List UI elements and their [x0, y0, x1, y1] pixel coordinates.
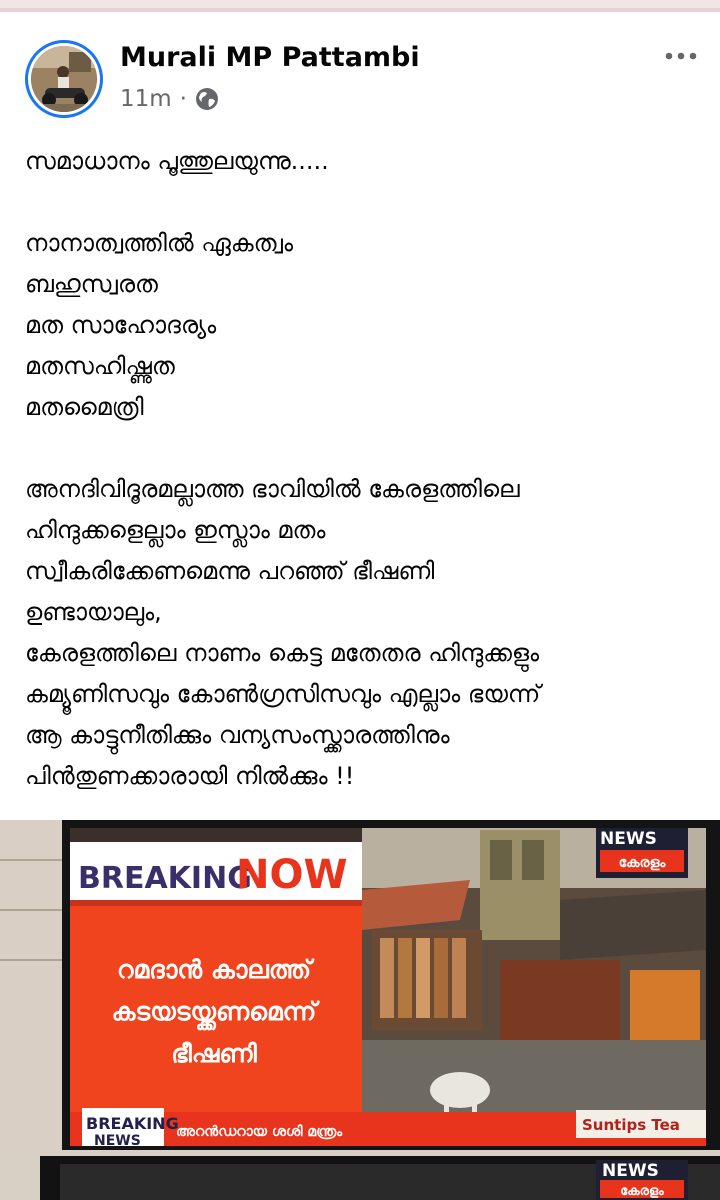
post-line: ആ കാട്ടുനീതിക്കും വന്യസംസ്ക്കാരത്തിനും	[25, 721, 450, 749]
meta-separator: ·	[179, 86, 187, 112]
post-body: സമാധാനം പൂത്തുലയുന്നു..... നാനാത്വത്തിൽ …	[25, 141, 705, 797]
ticker-breaking: BREAKING	[86, 1114, 179, 1133]
post-line: സ്വീകരിക്കേണമെന്നു പറഞ്ഞ് ഭീഷണി	[25, 557, 435, 585]
post-line: കേരളത്തിലെ നാണം കെട്ട മതേതര ഹിന്ദുക്കളും	[25, 639, 540, 667]
channel-logo-top: NEWS	[600, 829, 657, 849]
post-line: നാനാത്വത്തിൽ ഏകത്വം	[25, 229, 294, 257]
sponsor-label: Suntips Tea	[582, 1116, 680, 1134]
post-line: പിൻതുണക്കാരായി നിൽക്കും !!	[25, 762, 355, 790]
channel-logo-bottom: കേരളം	[619, 855, 667, 871]
breaking-label: BREAKING	[78, 861, 252, 896]
channel2-logo-bottom: കേരളം	[620, 1184, 664, 1199]
post-line: കമ്യൂണിസവും കോൺഗ്രസിസവും എല്ലാം ഭയന്ന്	[25, 680, 541, 708]
now-label: NOW	[236, 852, 348, 898]
globe-icon	[195, 88, 218, 110]
post-line: മത സാഹോദര്യം	[25, 311, 217, 339]
post-line: ഉണ്ടായാലും,	[25, 598, 162, 626]
post-line: ബഹുസ്വരത	[25, 270, 158, 298]
avatar-photo	[31, 46, 97, 112]
post-meta: 11m ·	[120, 86, 219, 112]
post-line: മതസഹിഷ്ണുത	[25, 352, 175, 380]
headline-line-1: റമദാൻ കാലത്ത്	[117, 955, 315, 984]
avatar[interactable]	[25, 40, 103, 118]
ticker-text: അറൻഡറായ ശശി മന്ത്രം	[176, 1124, 343, 1140]
post-header: Murali MP Pattambi 11m ·	[0, 12, 720, 120]
post-image[interactable]: BREAKING NOW റമദാൻ കാലത്ത് കടയടയ്ക്കണമെന…	[0, 820, 720, 1200]
post-line: സമാധാനം പൂത്തുലയുന്നു.....	[25, 147, 329, 175]
headline-line-2: കടയടയ്ക്കണമെന്ന്	[112, 997, 321, 1031]
post-line: അനദിവിദൂരമല്ലാത്ത ഭാവിയിൽ കേരളത്തിലെ	[25, 475, 520, 503]
post-time[interactable]: 11m	[120, 86, 172, 112]
post-line: ഹിന്ദുക്കളെല്ലാം ഇസ്ലാം മതം	[25, 516, 326, 544]
top-edge	[0, 0, 720, 12]
headline-line-3: ഭീഷണി	[171, 1039, 257, 1068]
ticker-news: NEWS	[94, 1133, 141, 1149]
author-name[interactable]: Murali MP Pattambi	[120, 42, 420, 73]
post-line: മതമൈത്രി	[25, 393, 144, 421]
channel2-logo-top: NEWS	[602, 1161, 659, 1181]
more-horizontal-icon[interactable]	[664, 48, 698, 64]
